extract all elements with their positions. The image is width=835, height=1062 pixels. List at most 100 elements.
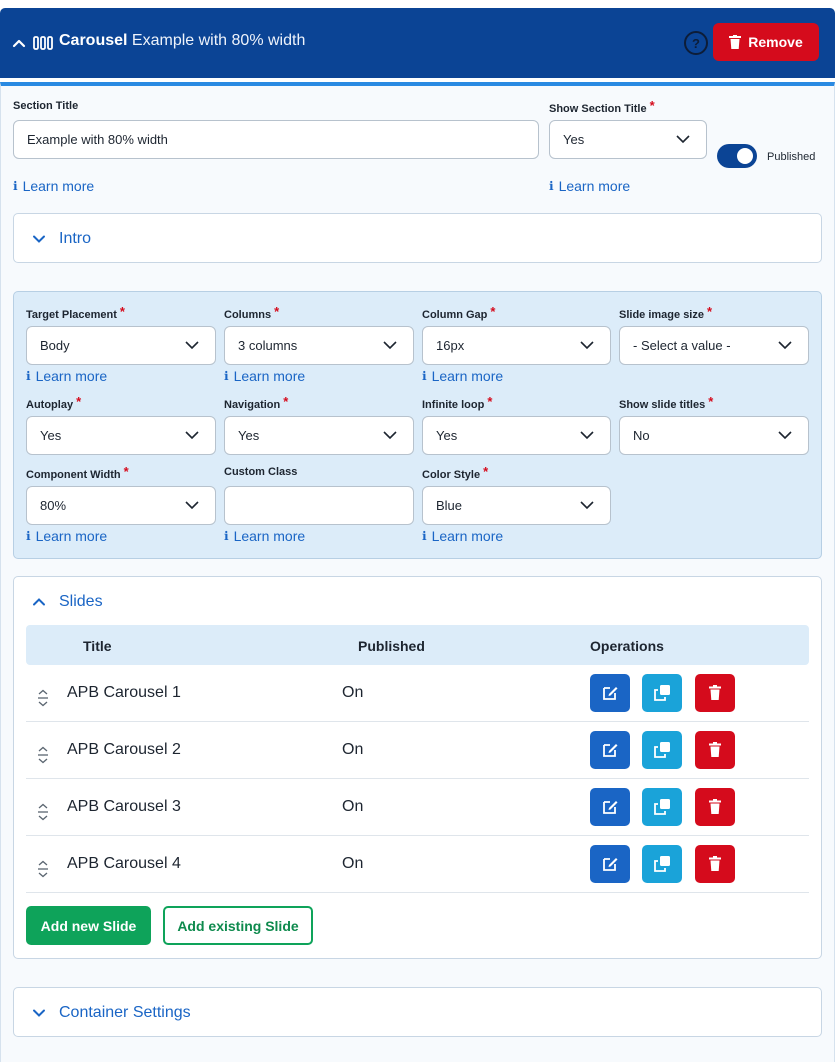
table-row: APB Carousel 3 On [26,779,809,836]
learn-more-text: Learn more [431,368,504,384]
autoplay-value: Yes [40,428,62,443]
add-new-slide-button[interactable]: Add new Slide [26,906,151,945]
chevron-down-icon [185,501,199,510]
slide-image-size-select[interactable]: - Select a value - [619,326,809,365]
slide-published: On [342,684,364,701]
edit-button[interactable] [590,845,630,883]
chevron-up-icon[interactable] [11,35,27,51]
autoplay-select[interactable]: Yes [26,416,216,455]
target-placement-value: Body [40,338,70,353]
container-settings-header[interactable]: Container Settings [32,1004,191,1022]
edit-button[interactable] [590,731,630,769]
drag-handle-icon[interactable] [36,860,50,878]
required-asterisk: * [490,304,496,319]
copy-icon [654,685,670,701]
color-style-select[interactable]: Blue [422,486,611,525]
column-gap-select[interactable]: 16px [422,326,611,365]
show-slide-titles-value: No [633,428,650,443]
chevron-down-icon [676,135,690,144]
chevron-down-icon [580,431,594,440]
edit-button[interactable] [590,788,630,826]
required-asterisk: * [706,304,713,319]
learn-more-link[interactable]: ℹ Learn more [549,178,630,194]
edit-icon [603,858,618,871]
edit-icon [603,744,618,757]
container-settings-label: Container Settings [59,1004,191,1021]
infinite-loop-label-text: Infinite loop [422,399,485,411]
custom-class-input[interactable] [224,486,414,525]
duplicate-button[interactable] [642,788,682,826]
learn-more-link[interactable]: ℹ Learn more [26,368,107,384]
slide-title: APB Carousel 1 [67,684,181,701]
delete-button[interactable] [695,788,735,826]
slides-table-header: Title Published Operations [26,625,809,665]
drag-handle-icon[interactable] [36,803,50,821]
target-placement-select[interactable]: Body [26,326,216,365]
required-asterisk: * [123,464,129,479]
infinite-loop-label: Infinite loop * [422,394,492,411]
autoplay-label: Autoplay * [26,394,82,411]
published-toggle[interactable] [717,144,757,168]
component-width-select[interactable]: 80% [26,486,216,525]
navigation-label-text: Navigation [224,399,281,411]
duplicate-button[interactable] [642,731,682,769]
component-width-label: Component Width * [26,464,129,481]
edit-button[interactable] [590,674,630,712]
column-header-title: Title [83,638,112,654]
learn-more-link[interactable]: ℹ Learn more [13,178,94,194]
column-gap-value: 16px [436,338,465,353]
component-name: Carousel [59,32,128,49]
remove-button[interactable]: Remove [713,23,819,61]
intro-header[interactable]: Intro [32,230,91,248]
show-section-title-label: Show Section Title * [549,98,655,115]
trash-icon [729,35,742,49]
learn-more-link[interactable]: ℹ Learn more [224,368,305,384]
column-header-operations: Operations [590,638,664,654]
help-button[interactable]: ? [684,31,708,55]
learn-more-link[interactable]: ℹ Learn more [26,528,107,544]
slide-title: APB Carousel 3 [67,798,181,815]
delete-button[interactable] [695,731,735,769]
target-placement-label-text: Target Placement [26,309,117,321]
drag-handle-icon[interactable] [36,746,50,764]
section-title-input[interactable]: Example with 80% width [13,120,539,159]
learn-more-text: Learn more [558,178,631,194]
learn-more-link[interactable]: ℹ Learn more [422,528,503,544]
delete-button[interactable] [695,845,735,883]
slides-header[interactable]: Slides [32,593,103,611]
navigation-select[interactable]: Yes [224,416,414,455]
chevron-down-icon [580,501,594,510]
learn-more-link[interactable]: ℹ Learn more [422,368,503,384]
chevron-down-icon [33,235,45,243]
info-icon: ℹ [26,529,31,543]
required-asterisk: * [483,464,489,479]
target-placement-label: Target Placement * [26,304,125,321]
show-section-title-select[interactable]: Yes [549,120,707,159]
navigation-value: Yes [238,428,260,443]
add-existing-slide-button[interactable]: Add existing Slide [163,906,313,945]
duplicate-button[interactable] [642,845,682,883]
component-subtitle: Example with 80% width [131,32,306,49]
learn-more-text: Learn more [35,368,108,384]
infinite-loop-select[interactable]: Yes [422,416,611,455]
container-settings-panel[interactable]: Container Settings [13,987,822,1037]
component-header: Carousel Example with 80% width ? Remove [0,8,835,78]
intro-panel[interactable]: Intro [13,213,822,263]
learn-more-link[interactable]: ℹ Learn more [224,528,305,544]
show-slide-titles-select[interactable]: No [619,416,809,455]
show-section-title-value: Yes [563,132,585,147]
info-icon: ℹ [224,369,229,383]
chevron-down-icon [185,431,199,440]
copy-icon [654,742,670,758]
trash-icon [709,856,721,871]
slides-label: Slides [59,593,103,610]
slide-published: On [342,798,364,815]
drag-handle-icon[interactable] [36,689,50,707]
component-title: Carousel Example with 80% width [59,32,305,50]
required-asterisk: * [76,394,82,409]
duplicate-button[interactable] [642,674,682,712]
learn-more-text: Learn more [431,528,504,544]
columns-select[interactable]: 3 columns [224,326,414,365]
delete-button[interactable] [695,674,735,712]
slide-title: APB Carousel 4 [67,855,181,872]
